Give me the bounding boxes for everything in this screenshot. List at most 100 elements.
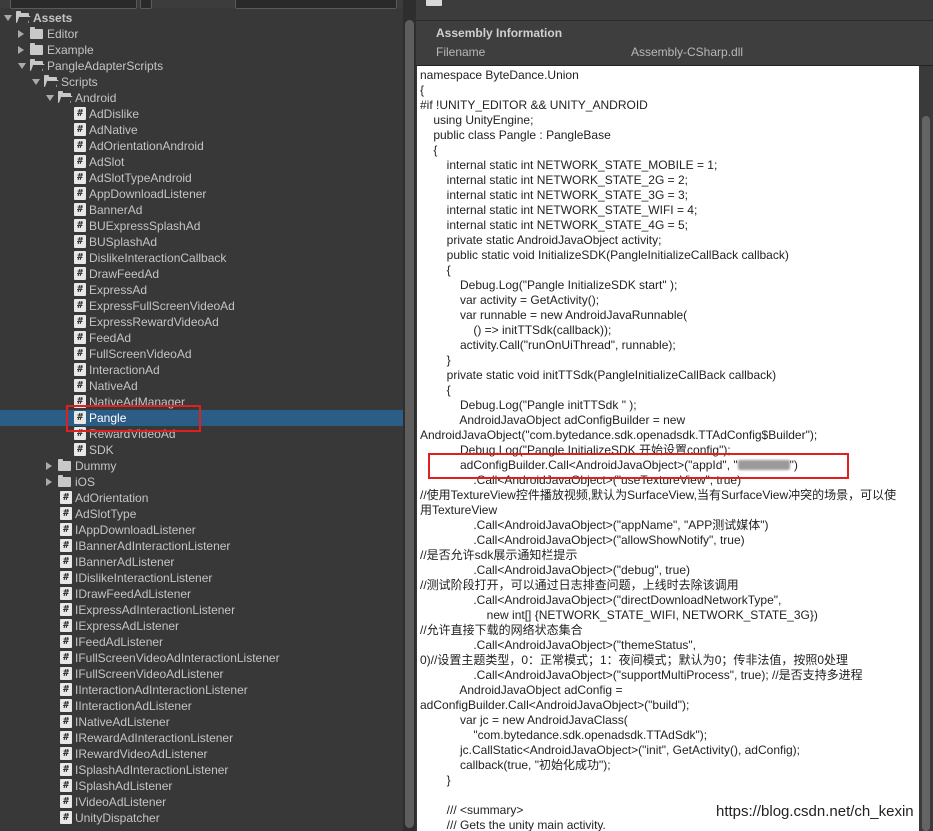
csharp-script-icon: # (60, 795, 72, 808)
tree-script-row[interactable]: # AdSlotType (0, 506, 403, 522)
tree-script-row[interactable]: # AdSlot (0, 154, 403, 170)
expand-arrow-right-icon[interactable] (18, 30, 24, 38)
tree-script-row[interactable]: # FullScreenVideoAd (0, 346, 403, 362)
csharp-script-icon: # (60, 619, 72, 632)
tree-script-row[interactable]: # SDK (0, 442, 403, 458)
tree-script-row[interactable]: # ExpressAd (0, 282, 403, 298)
csharp-script-icon: # (60, 731, 72, 744)
tree-script-row[interactable]: # BUSplashAd (0, 234, 403, 250)
tree-item-label: SDK (89, 443, 114, 457)
tree-script-row[interactable]: # INativeAdListener (0, 714, 403, 730)
tree-script-row[interactable]: # IFeedAdListener (0, 634, 403, 650)
tree-item-label: IVideoAdListener (75, 795, 167, 809)
tree-item-label: AdDislike (89, 107, 140, 121)
inspector-scrollbar[interactable] (919, 66, 933, 831)
tree-script-row[interactable]: # IRewardAdInteractionListener (0, 730, 403, 746)
toolbar-button[interactable] (140, 0, 152, 9)
tree-script-row[interactable]: # AdNative (0, 122, 403, 138)
tree-script-row[interactable]: # NativeAd (0, 378, 403, 394)
tree-script-row[interactable]: # IBannerAdListener (0, 554, 403, 570)
tree-script-row[interactable]: # IAppDownloadListener (0, 522, 403, 538)
project-scrollbar[interactable] (403, 0, 416, 831)
tree-script-row[interactable]: # DislikeInteractionCallback (0, 250, 403, 266)
tree-script-row[interactable]: # AdDislike (0, 106, 403, 122)
tree-script-row[interactable]: # ISplashAdListener (0, 778, 403, 794)
tree-script-row[interactable]: # AdOrientation (0, 490, 403, 506)
tree-script-row[interactable]: # IFullScreenVideoAdListener (0, 666, 403, 682)
tree-item-label: IExpressAdListener (75, 619, 180, 633)
tree-script-row[interactable]: # AppDownloadListener (0, 186, 403, 202)
folder-open-icon (58, 91, 71, 103)
tree-script-row[interactable]: # IDrawFeedAdListener (0, 586, 403, 602)
tree-item-label: DrawFeedAd (89, 267, 160, 281)
csharp-script-icon: # (60, 635, 72, 648)
tree-item-label: ExpressRewardVideoAd (89, 315, 219, 329)
tree-script-row[interactable]: # DrawFeedAd (0, 266, 403, 282)
code-line: .Call<AndroidJavaObject>("themeStatus", (420, 638, 696, 652)
tree-script-row[interactable]: # ISplashAdInteractionListener (0, 762, 403, 778)
folder-icon (58, 459, 71, 471)
tree-script-row[interactable]: # UnityDispatcher (0, 810, 403, 826)
tree-script-row[interactable]: # IExpressAdListener (0, 618, 403, 634)
tree-script-row[interactable]: # IInteractionAdInteractionListener (0, 682, 403, 698)
tree-script-row[interactable]: # Pangle (0, 410, 403, 426)
tree-folder-row[interactable]: Editor (0, 26, 403, 42)
tree-script-row[interactable]: # IFullScreenVideoAdInteractionListener (0, 650, 403, 666)
tree-folder-row[interactable]: PangleAdapterScripts (0, 58, 403, 74)
project-scrollbar-thumb[interactable] (405, 20, 414, 828)
tree-item-label: BUExpressSplashAd (89, 219, 201, 233)
tree-script-row[interactable]: # RewardVideoAd (0, 426, 403, 442)
tree-script-row[interactable]: # FeedAd (0, 330, 403, 346)
inspector-scrollbar-thumb[interactable] (922, 116, 930, 831)
tree-item-label: InteractionAd (89, 363, 160, 377)
tree-folder-row[interactable]: Scripts (0, 74, 403, 90)
tree-item-label: AdOrientationAndroid (89, 139, 204, 153)
tree-item-label: iOS (75, 475, 96, 489)
csharp-script-icon: # (60, 715, 72, 728)
tree-script-row[interactable]: # IBannerAdInteractionListener (0, 538, 403, 554)
expand-arrow-right-icon[interactable] (46, 478, 52, 486)
csharp-script-icon: # (74, 219, 86, 232)
code-line: namespace ByteDance.Union (420, 68, 579, 82)
expand-arrow-down-icon[interactable] (18, 63, 26, 69)
csharp-script-icon: # (60, 699, 72, 712)
tree-script-row[interactable]: # BUExpressSplashAd (0, 218, 403, 234)
tree-item-label: DislikeInteractionCallback (89, 251, 227, 265)
code-line: private static void initTTSdk(PangleInit… (420, 368, 777, 382)
tree-script-row[interactable]: # IRewardVideoAdListener (0, 746, 403, 762)
folder-open-icon (16, 11, 29, 23)
tree-script-row[interactable]: # ExpressFullScreenVideoAd (0, 298, 403, 314)
code-line: internal static int NETWORK_STATE_3G = 3… (420, 188, 688, 202)
tree-item-label: AdNative (89, 123, 138, 137)
code-line: callback(true, "初始化成功"); (420, 758, 611, 772)
tree-script-row[interactable]: # InteractionAd (0, 362, 403, 378)
tree-folder-row[interactable]: Android (0, 90, 403, 106)
tree-folder-row[interactable]: Assets (0, 10, 403, 26)
expand-arrow-down-icon[interactable] (4, 15, 12, 21)
tree-script-row[interactable]: # IDislikeInteractionListener (0, 570, 403, 586)
expand-arrow-right-icon[interactable] (18, 46, 24, 54)
tree-item-label: UnityDispatcher (75, 811, 160, 825)
tree-item-label: FeedAd (89, 331, 132, 345)
tree-script-row[interactable]: # NativeAdManager (0, 394, 403, 410)
tree-folder-row[interactable]: iOS (0, 474, 403, 490)
tree-script-row[interactable]: # ExpressRewardVideoAd (0, 314, 403, 330)
expand-arrow-down-icon[interactable] (46, 95, 54, 101)
tree-script-row[interactable]: # AdOrientationAndroid (0, 138, 403, 154)
tree-folder-row[interactable]: Dummy (0, 458, 403, 474)
expand-arrow-right-icon[interactable] (46, 462, 52, 470)
tree-script-row[interactable]: # IExpressAdInteractionListener (0, 602, 403, 618)
tree-script-row[interactable]: # IInteractionAdListener (0, 698, 403, 714)
tree-item-label: IBannerAdInteractionListener (75, 539, 231, 553)
tree-item-label: Dummy (75, 459, 117, 473)
asset-search-input[interactable] (235, 0, 397, 9)
code-line: private static AndroidJavaObject activit… (420, 233, 662, 247)
csharp-script-icon: # (74, 331, 86, 344)
expand-arrow-down-icon[interactable] (32, 79, 40, 85)
project-search-field[interactable] (10, 0, 137, 9)
tree-script-row[interactable]: # BannerAd (0, 202, 403, 218)
tree-folder-row[interactable]: Example (0, 42, 403, 58)
tree-item-label: NativeAd (89, 379, 138, 393)
tree-script-row[interactable]: # AdSlotTypeAndroid (0, 170, 403, 186)
tree-script-row[interactable]: # IVideoAdListener (0, 794, 403, 810)
